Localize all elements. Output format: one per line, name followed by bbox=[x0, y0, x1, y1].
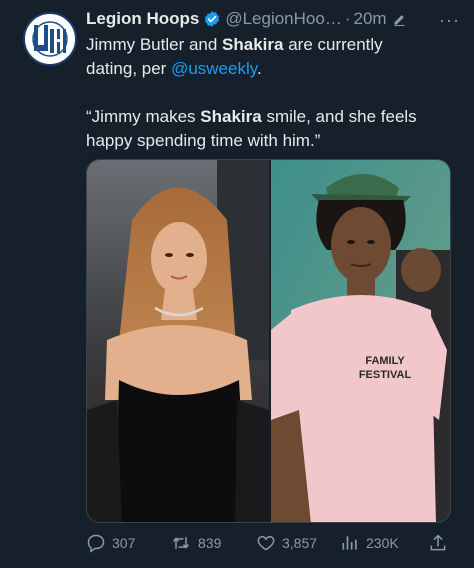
header-separator: · bbox=[344, 9, 351, 28]
author-avatar[interactable] bbox=[23, 12, 77, 66]
like-count: 3,857 bbox=[282, 535, 318, 551]
legion-hoops-logo-icon bbox=[32, 21, 68, 57]
views-count: 230K bbox=[366, 535, 399, 551]
repost-icon bbox=[172, 537, 190, 549]
author-display-name[interactable]: Legion Hoops bbox=[86, 9, 199, 29]
edit-pencil-icon bbox=[392, 12, 407, 27]
verified-badge-icon bbox=[203, 10, 221, 28]
tweet-quote-line-2: happy spending time with him.” bbox=[86, 131, 321, 150]
like-icon bbox=[257, 535, 275, 551]
tweet-text-line-2: dating, per @usweekly. bbox=[86, 59, 262, 78]
views-icon bbox=[342, 536, 357, 550]
views-button[interactable]: 230K bbox=[340, 532, 399, 554]
tweet-text-line-1: Jimmy Butler and Shakira are currently bbox=[86, 35, 383, 54]
photo-shakira[interactable] bbox=[87, 160, 269, 522]
share-icon bbox=[430, 534, 446, 551]
share-button[interactable] bbox=[428, 532, 448, 554]
tweet-quote-line-1: “Jimmy makes Shakira smile, and she feel… bbox=[86, 107, 417, 126]
tweet-timestamp[interactable]: 20m bbox=[354, 9, 387, 29]
reply-count: 307 bbox=[112, 535, 136, 551]
reply-icon bbox=[87, 534, 105, 553]
reply-button[interactable]: 307 bbox=[86, 532, 135, 554]
repost-button[interactable]: 839 bbox=[170, 532, 221, 554]
tweet-actions: 307 839 3,857 230K bbox=[86, 532, 456, 554]
like-button[interactable]: 3,857 bbox=[256, 532, 317, 554]
author-handle[interactable]: @LegionHoo… bbox=[225, 9, 342, 29]
tweet-text: Jimmy Butler and Shakira are currently d… bbox=[86, 33, 456, 153]
more-options-icon[interactable]: ··· bbox=[439, 10, 460, 31]
tweet-header: Legion Hoops @LegionHoo… · 20m ··· bbox=[86, 8, 466, 30]
shirt-text-line-2: FESTIVAL bbox=[359, 369, 412, 381]
tweet: Legion Hoops @LegionHoo… · 20m ··· Jimmy… bbox=[0, 0, 474, 568]
repost-count: 839 bbox=[198, 535, 222, 551]
photo-jimmy-butler[interactable]: FAMILY FESTIVAL bbox=[271, 160, 450, 522]
mention-link[interactable]: @usweekly bbox=[171, 59, 257, 78]
tweet-media: FAMILY FESTIVAL bbox=[86, 159, 451, 523]
shirt-text-line-1: FAMILY bbox=[365, 355, 405, 367]
